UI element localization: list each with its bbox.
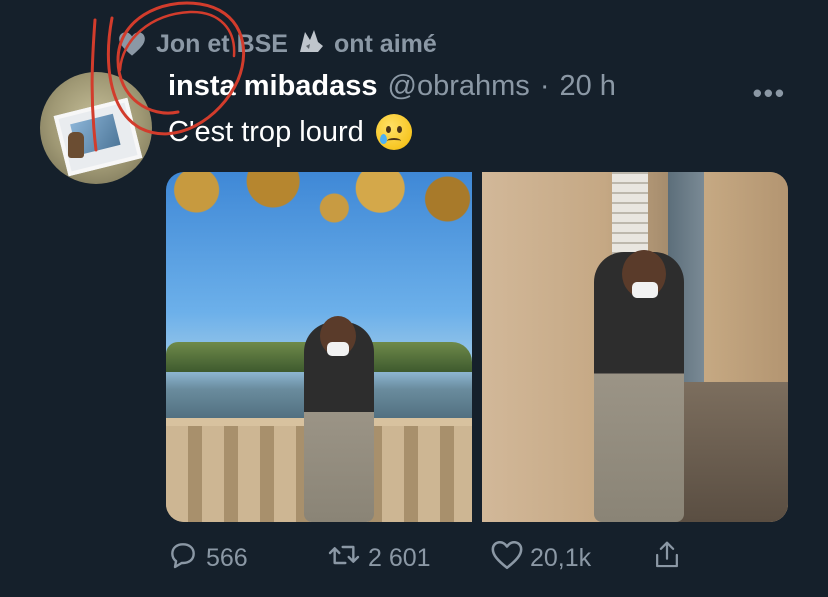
face-mask (327, 342, 349, 356)
reply-icon (166, 539, 200, 578)
timestamp[interactable]: 20 h (559, 70, 615, 103)
more-options-button[interactable]: ••• (753, 78, 786, 109)
tweet-text: C'est trop lourd (168, 114, 412, 150)
avatar-frame (53, 97, 143, 177)
action-bar: 566 2 601 20,1k (166, 538, 686, 578)
display-name[interactable]: insta mibadass (168, 70, 378, 103)
reply-button[interactable]: 566 (166, 539, 248, 578)
face-mask (632, 282, 658, 298)
reply-count: 566 (206, 543, 248, 572)
social-context-action: ont aimé (333, 29, 437, 58)
tweet-body: C'est trop lourd (168, 115, 364, 148)
social-context-users[interactable]: Jon et BSE (156, 30, 288, 59)
heart-icon (118, 29, 148, 59)
autumn-leaves (166, 172, 472, 262)
like-count: 20,1k (530, 543, 592, 572)
share-button[interactable] (652, 539, 682, 578)
separator: · (539, 70, 550, 102)
share-icon (652, 539, 682, 578)
wolf-emoji-icon (296, 26, 326, 63)
like-button[interactable]: 20,1k (490, 539, 591, 578)
retweet-icon (326, 539, 362, 578)
social-context: Jon et BSE ont aimé (118, 26, 437, 62)
media-grid (166, 172, 788, 522)
retweet-count: 2 601 (368, 543, 431, 572)
face-holding-back-tears-emoji-icon (375, 114, 412, 150)
avatar-figure (68, 132, 84, 158)
tweet-header: insta mibadass @obrahms · 20 h (168, 70, 616, 110)
photo-left[interactable] (166, 172, 472, 522)
user-handle[interactable]: @obrahms (388, 70, 530, 103)
photo-right[interactable] (482, 172, 788, 522)
like-icon (490, 539, 524, 578)
retweet-button[interactable]: 2 601 (326, 539, 431, 578)
avatar[interactable] (40, 72, 152, 184)
